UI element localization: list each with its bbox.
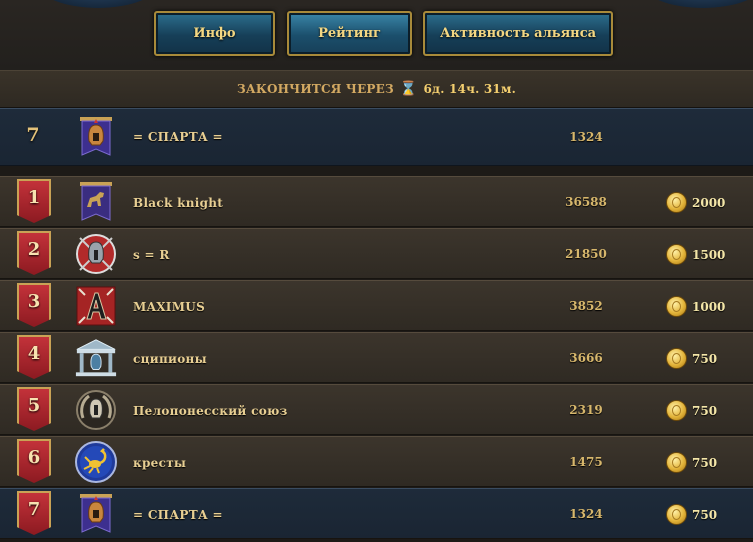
own-alliance-name: = СПАРТА =: [133, 130, 223, 144]
helmet-swords-icon: [74, 232, 118, 276]
letter-a-icon: [74, 284, 118, 328]
reward-value: 750: [692, 351, 718, 366]
ranking-row-1[interactable]: 1 Black knight 36588 2000: [0, 176, 753, 227]
gold-coin-icon: [666, 400, 687, 421]
ranking-row-7[interactable]: 7 = СПАРТА = 1324 750: [0, 488, 753, 539]
ranking-row-4[interactable]: 4 сципионы 3666 750: [0, 332, 753, 383]
reward: 750: [666, 452, 717, 473]
ranking-row-2[interactable]: 2 s = R 21850 1500: [0, 228, 753, 279]
alliance-name: MAXIMUS: [133, 300, 206, 314]
tab-rating-label: Рейтинг: [318, 26, 381, 41]
rank-badge: 2: [17, 231, 51, 275]
reward-value: 750: [692, 455, 718, 470]
rank-badge: 3: [17, 283, 51, 327]
timer-label: ЗАКОНЧИТСЯ ЧЕРЕЗ: [237, 82, 394, 96]
alliance-score: 3666: [569, 351, 603, 365]
alliance-name: = СПАРТА =: [133, 508, 223, 522]
reward: 750: [666, 348, 717, 369]
gold-coin-icon: [666, 192, 687, 213]
gold-coin-icon: [666, 348, 687, 369]
hourglass-icon: ⌛: [399, 81, 418, 97]
rank-badge: 5: [17, 387, 51, 431]
reward-value: 1500: [692, 247, 726, 262]
tab-info-label: Инфо: [193, 26, 236, 41]
tab-alliance-activity-label: Активность альянса: [439, 26, 597, 41]
alliance-score: 1475: [569, 455, 603, 469]
scorpion-icon: [74, 440, 118, 484]
gold-coin-icon: [666, 504, 687, 525]
reward: 750: [666, 400, 717, 421]
alliance-name: s = R: [133, 248, 170, 262]
tab-info[interactable]: Инфо: [154, 11, 275, 56]
own-alliance-score: 1324: [569, 130, 603, 144]
alliance-score: 2319: [569, 403, 603, 417]
alliance-name: Пелопонесский союз: [133, 404, 288, 418]
alliance-name: кресты: [133, 456, 187, 470]
alliance-name: Black knight: [133, 196, 224, 210]
rank-badge: 6: [17, 439, 51, 483]
own-rank: 7: [26, 124, 40, 146]
timer-value: 6д. 14ч. 31м.: [423, 82, 516, 96]
ranking-row-5[interactable]: 5 Пелопонесский союз 2319 750: [0, 384, 753, 435]
rank-badge: 4: [17, 335, 51, 379]
alliance-score: 1324: [569, 507, 603, 521]
spartan-helmet-banner-icon: [74, 492, 118, 536]
alliance-score: 3852: [569, 299, 603, 313]
horse-banner-icon: [74, 180, 118, 224]
reward: 750: [666, 504, 717, 525]
rank-badge: 7: [17, 491, 51, 535]
tab-bar: Инфо Рейтинг Активность альянса: [0, 0, 753, 70]
ranking-row-3[interactable]: 3 MAXIMUS 3852 1000: [0, 280, 753, 331]
gold-coin-icon: [666, 296, 687, 317]
tab-rating[interactable]: Рейтинг: [287, 11, 412, 56]
alliance-name: сципионы: [133, 352, 207, 366]
own-alliance-row[interactable]: 7 = СПАРТА = 1324: [0, 108, 753, 166]
gold-coin-icon: [666, 244, 687, 265]
event-timer: ЗАКОНЧИТСЯ ЧЕРЕЗ ⌛ 6д. 14ч. 31м.: [0, 70, 753, 108]
reward: 2000: [666, 192, 725, 213]
temple-icon: [74, 336, 118, 380]
reward: 1000: [666, 296, 725, 317]
reward-value: 750: [692, 403, 718, 418]
tab-alliance-activity[interactable]: Активность альянса: [423, 11, 613, 56]
rank-badge: 1: [17, 179, 51, 223]
reward: 1500: [666, 244, 725, 265]
alliance-score: 36588: [565, 195, 607, 209]
ranking-row-6[interactable]: 6 кресты 1475 750: [0, 436, 753, 487]
reward-value: 750: [692, 507, 718, 522]
spartan-helmet-banner-icon: [74, 115, 118, 159]
alliance-score: 21850: [565, 247, 607, 261]
laurel-helmet-icon: [74, 388, 118, 432]
gold-coin-icon: [666, 452, 687, 473]
reward-value: 1000: [692, 299, 726, 314]
reward-value: 2000: [692, 195, 726, 210]
